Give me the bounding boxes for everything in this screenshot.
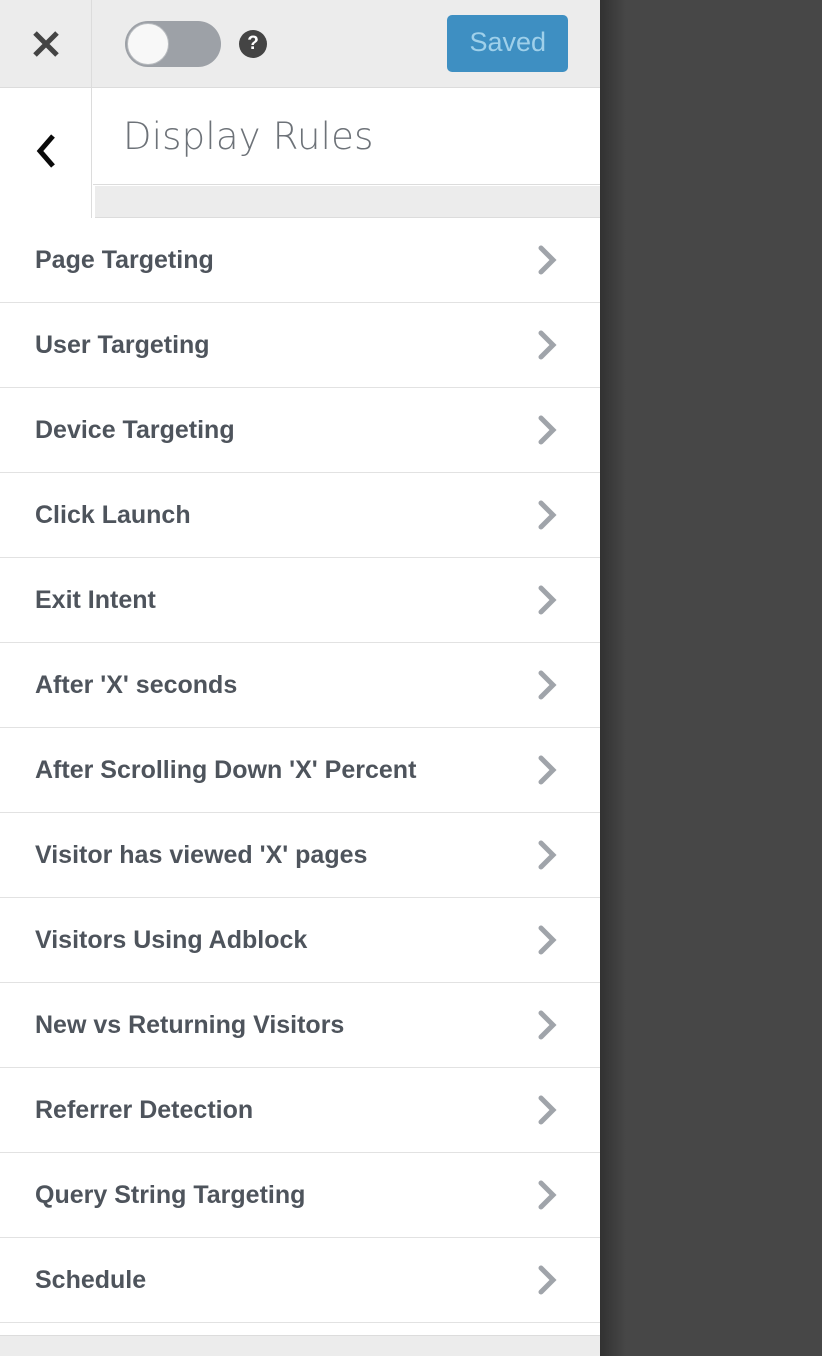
chevron-right-icon (536, 754, 558, 786)
rule-label: Schedule (35, 1265, 147, 1294)
save-button[interactable]: Saved (447, 15, 568, 72)
close-button[interactable] (0, 0, 92, 87)
rule-row-after-x-seconds[interactable]: After 'X' seconds (0, 643, 600, 728)
toolbar-controls: ? Saved (93, 0, 600, 87)
screen-root: ? Saved Display Rules Page Targeting Use… (0, 0, 822, 1356)
chevron-right-icon (536, 329, 558, 361)
chevron-right-icon (536, 1009, 558, 1041)
chevron-right-icon (536, 584, 558, 616)
rule-row-referrer-detection[interactable]: Referrer Detection (0, 1068, 600, 1153)
chevron-right-icon (536, 414, 558, 446)
back-button[interactable] (0, 88, 92, 218)
panel-toolbar: ? Saved (0, 0, 600, 88)
rule-row-schedule[interactable]: Schedule (0, 1238, 600, 1323)
close-x-icon (29, 27, 63, 61)
page-overlay-backdrop[interactable] (600, 0, 822, 1356)
question-mark-circle-icon[interactable]: ? (239, 29, 267, 58)
chevron-right-icon (536, 1264, 558, 1296)
rule-label: Visitors Using Adblock (35, 925, 308, 954)
chevron-right-icon (536, 839, 558, 871)
rule-label: Query String Targeting (35, 1180, 306, 1209)
panel-footer-strip (0, 1335, 600, 1356)
chevron-left-icon (32, 131, 60, 176)
chevron-right-icon (536, 1094, 558, 1126)
rule-row-new-vs-returning-visitors[interactable]: New vs Returning Visitors (0, 983, 600, 1068)
rule-label: Referrer Detection (35, 1095, 254, 1124)
rule-label: Device Targeting (35, 415, 235, 444)
rule-label: After Scrolling Down 'X' Percent (35, 755, 417, 784)
rule-row-visitors-using-adblock[interactable]: Visitors Using Adblock (0, 898, 600, 983)
rule-row-device-targeting[interactable]: Device Targeting (0, 388, 600, 473)
toggle-knob (127, 22, 169, 65)
header-sub-strip (95, 186, 600, 218)
chevron-right-icon (536, 924, 558, 956)
rule-row-visitor-has-viewed-x-pages[interactable]: Visitor has viewed 'X' pages (0, 813, 600, 898)
panel-header: Display Rules (93, 88, 600, 185)
rule-label: Visitor has viewed 'X' pages (35, 840, 368, 869)
enable-toggle[interactable] (125, 20, 221, 67)
chevron-right-icon (536, 1179, 558, 1211)
rule-label: New vs Returning Visitors (35, 1010, 345, 1039)
chevron-right-icon (536, 669, 558, 701)
rule-label: Exit Intent (35, 585, 156, 614)
chevron-right-icon (536, 499, 558, 531)
rule-label: User Targeting (35, 330, 210, 359)
page-title: Display Rules (123, 114, 374, 158)
rule-label: Page Targeting (35, 245, 214, 274)
rule-row-after-scrolling-down-x-percent[interactable]: After Scrolling Down 'X' Percent (0, 728, 600, 813)
display-rules-panel: ? Saved Display Rules Page Targeting Use… (0, 0, 600, 1356)
display-rules-list: Page Targeting User Targeting Device Tar… (0, 218, 600, 1323)
rule-row-query-string-targeting[interactable]: Query String Targeting (0, 1153, 600, 1238)
rule-label: After 'X' seconds (35, 670, 238, 699)
chevron-right-icon (536, 244, 558, 276)
rule-row-click-launch[interactable]: Click Launch (0, 473, 600, 558)
rule-row-exit-intent[interactable]: Exit Intent (0, 558, 600, 643)
rule-row-page-targeting[interactable]: Page Targeting (0, 218, 600, 303)
rule-label: Click Launch (35, 500, 191, 529)
rule-row-user-targeting[interactable]: User Targeting (0, 303, 600, 388)
